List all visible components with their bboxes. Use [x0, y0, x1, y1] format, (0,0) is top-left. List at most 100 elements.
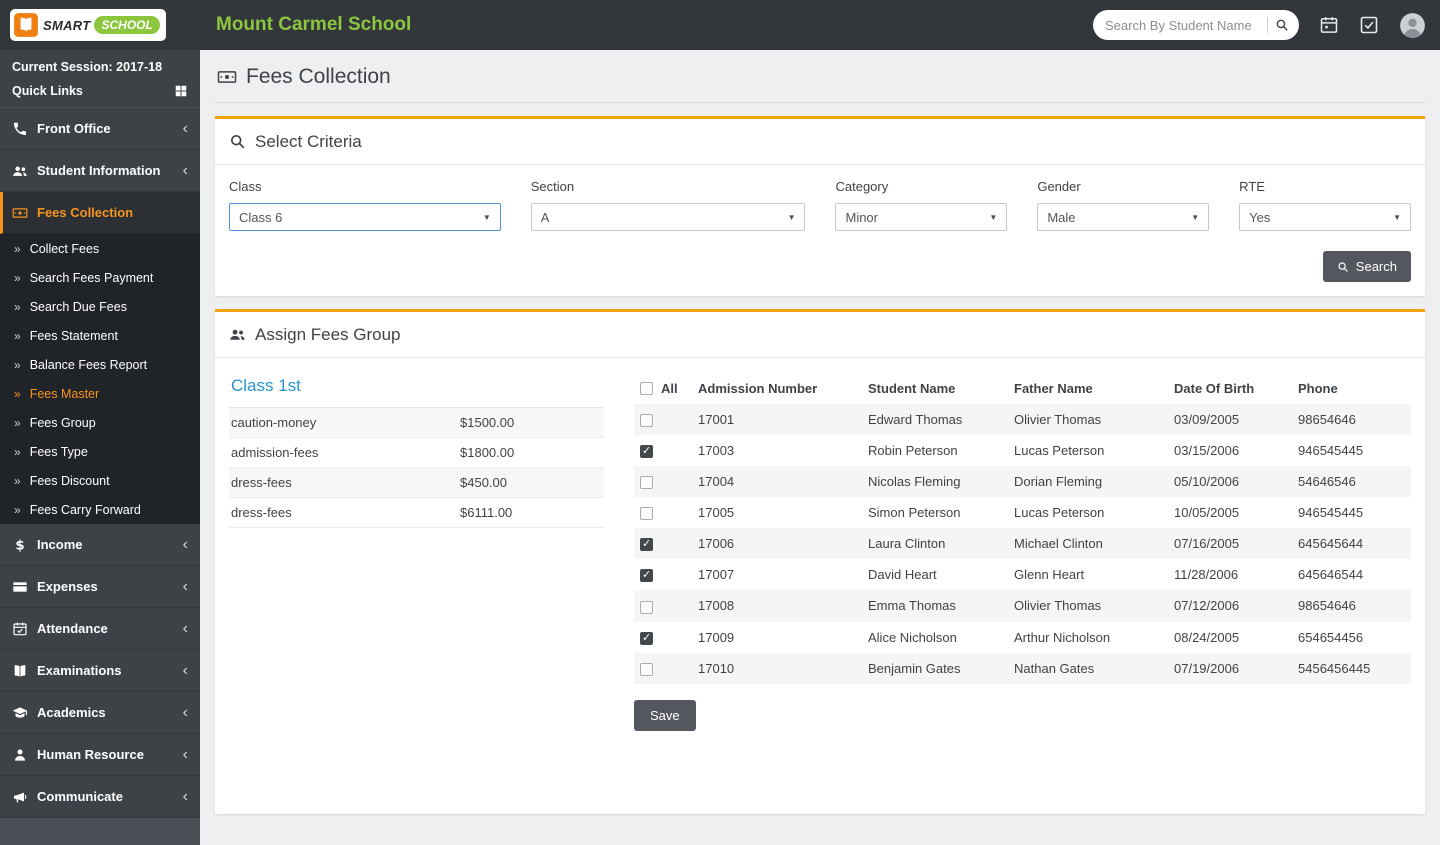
student-search-input[interactable]	[1103, 16, 1260, 34]
sidebar-item-fees-collection[interactable]: Fees Collection	[0, 192, 200, 234]
calendar-icon[interactable]	[1319, 15, 1339, 35]
assign-fees-header: Assign Fees Group	[215, 312, 1425, 358]
row-checkbox[interactable]	[640, 444, 653, 459]
phone: 98654646	[1298, 412, 1356, 428]
submenu-item-label: Search Fees Payment	[29, 270, 154, 285]
father-name: Lucas Peterson	[1014, 443, 1105, 459]
fees-group-panel: Class 1st caution-money $1500.00 admission…	[229, 372, 604, 528]
sidebar-item-income[interactable]: $ Income ‹	[0, 524, 200, 566]
sidebar-menu: Front Office ‹ Student Information ‹ Fees Co…	[0, 108, 200, 818]
quick-links[interactable]: Quick Links	[12, 84, 188, 98]
date-of-birth: 11/28/2006	[1174, 567, 1239, 583]
submenu-item-label: Collect Fees	[29, 241, 100, 256]
chevron-left-icon: ‹	[182, 119, 188, 137]
sidebar-item-expenses[interactable]: Expenses ‹	[0, 566, 200, 608]
search-button[interactable]: Search	[1322, 251, 1411, 282]
fees-collection-submenu: » Collect Fees » Search Fees Payment » Search…	[0, 234, 200, 524]
student-name: Robin Peterson	[868, 443, 958, 459]
student-row: 17007 David Heart Glenn Heart 11/28/2006 645…	[634, 559, 1411, 590]
chevron-left-icon: ‹	[182, 161, 188, 179]
sidebar-item-examinations[interactable]: Examinations ‹	[0, 650, 200, 692]
sidebar-item-front-office[interactable]: Front Office ‹	[0, 108, 200, 150]
criteria-fields: Class Class 6 ▼ Section A ▼ Category Minor ▼ Gend…	[229, 179, 1412, 231]
admission-number: 17010	[698, 660, 735, 676]
main-content: Fees Collection Select Criteria Class Cla…	[200, 50, 1440, 845]
sidebar-item-academics[interactable]: Academics ‹	[0, 692, 200, 734]
search-icon[interactable]	[1275, 18, 1289, 32]
submenu-item-search-fees-payment[interactable]: » Search Fees Payment	[0, 263, 200, 292]
row-checkbox[interactable]	[640, 600, 653, 614]
phone: 654654456	[1298, 629, 1364, 645]
submenu-item-label: Fees Discount	[29, 473, 110, 488]
fee-row: admission-fees $1800.00	[229, 438, 604, 468]
fee-list: caution-money $1500.00 admission-fees $1800…	[229, 408, 604, 528]
row-checkbox[interactable]	[640, 507, 653, 521]
sidebar-item-attendance[interactable]: Attendance ‹	[0, 608, 200, 650]
gender-select[interactable]: Male ▼	[1037, 203, 1210, 231]
caret-down-icon: ▼	[482, 212, 491, 222]
selected-value: Male	[1047, 209, 1076, 225]
date-of-birth: 03/09/2005	[1174, 412, 1240, 428]
students-table-head: All Admission Number Student Name Father Na…	[634, 372, 1411, 404]
submenu-item-fees-master[interactable]: » Fees Master	[0, 379, 200, 408]
sidebar-item-label: Front Office	[37, 121, 111, 136]
school-name: Mount Carmel School	[216, 14, 412, 35]
field-label: Category	[835, 179, 889, 194]
student-name: Nicolas Fleming	[868, 474, 961, 490]
fee-name: caution-money	[231, 415, 317, 430]
class-select[interactable]: Class 6 ▼	[229, 203, 501, 231]
section-select[interactable]: A ▼	[530, 203, 806, 231]
admission-number: 17001	[698, 412, 735, 428]
submenu-item-fees-discount[interactable]: » Fees Discount	[0, 466, 200, 495]
save-button[interactable]: Save	[634, 699, 696, 731]
users-icon	[12, 163, 28, 179]
student-name: Edward Thomas	[868, 412, 963, 428]
session-block: Current Session: 2017-18 Quick Links	[0, 50, 200, 108]
date-of-birth: 10/05/2005	[1174, 505, 1240, 521]
father-name: Olivier Thomas	[1014, 598, 1102, 614]
student-name: Simon Peterson	[868, 505, 961, 521]
row-checkbox[interactable]	[640, 414, 653, 428]
phone: 98654646	[1298, 598, 1356, 614]
rte-select[interactable]: Yes ▼	[1239, 203, 1412, 231]
submenu-item-search-due-fees[interactable]: » Search Due Fees	[0, 292, 200, 321]
submenu-item-balance-fees-report[interactable]: » Balance Fees Report	[0, 350, 200, 379]
row-checkbox[interactable]	[640, 631, 653, 645]
submenu-item-fees-carry-forward[interactable]: » Fees Carry Forward	[0, 495, 200, 524]
selected-value: Minor	[845, 209, 878, 225]
category-select[interactable]: Minor ▼	[835, 203, 1008, 231]
sidebar-item-communicate[interactable]: Communicate ‹	[0, 776, 200, 818]
logo-pill: SMART SCHOOL	[10, 9, 166, 41]
submenu-item-collect-fees[interactable]: » Collect Fees	[0, 234, 200, 263]
hr-icon	[12, 747, 28, 763]
submenu-item-fees-type[interactable]: » Fees Type	[0, 437, 200, 466]
phone: 5456456445	[1298, 660, 1371, 676]
student-name: Laura Clinton	[868, 536, 946, 552]
sidebar-item-student-information[interactable]: Student Information ‹	[0, 150, 200, 192]
select-all-checkbox[interactable]	[640, 382, 653, 396]
book-icon	[12, 663, 28, 679]
grid-icon[interactable]	[174, 84, 188, 98]
tasks-icon[interactable]	[1359, 15, 1379, 35]
avatar[interactable]	[1399, 12, 1426, 39]
caret-down-icon: ▼	[989, 212, 998, 222]
row-checkbox[interactable]	[640, 537, 653, 552]
father-name: Glenn Heart	[1014, 567, 1085, 583]
row-checkbox[interactable]	[640, 476, 653, 490]
submenu-item-label: Search Due Fees	[29, 299, 127, 314]
angles-right-icon: »	[14, 502, 21, 517]
row-checkbox[interactable]	[640, 568, 653, 583]
field-label: Gender	[1037, 179, 1081, 194]
chevron-left-icon: ‹	[182, 661, 188, 679]
row-checkbox[interactable]	[640, 662, 653, 676]
student-name: David Heart	[868, 567, 937, 583]
app-logo[interactable]: SMART SCHOOL	[0, 9, 200, 41]
fee-amount: $6111.00	[460, 505, 513, 520]
angles-right-icon: »	[14, 241, 21, 256]
student-row: 17008 Emma Thomas Olivier Thomas 07/12/2006…	[634, 590, 1411, 622]
submenu-item-fees-statement[interactable]: » Fees Statement	[0, 321, 200, 350]
phone: 645645644	[1298, 536, 1364, 552]
sidebar-item-human-resource[interactable]: Human Resource ‹	[0, 734, 200, 776]
phone: 946545445	[1298, 443, 1364, 459]
submenu-item-fees-group[interactable]: » Fees Group	[0, 408, 200, 437]
